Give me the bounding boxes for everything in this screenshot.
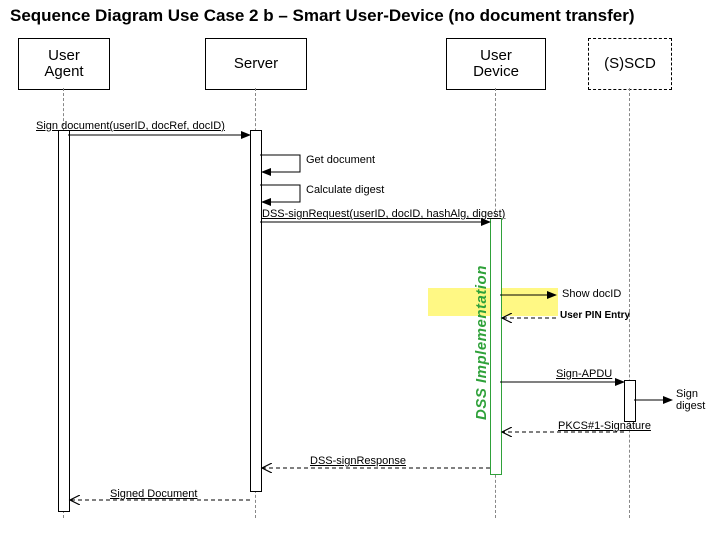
actor-user-device: User Device	[446, 38, 546, 90]
actor-sscd: (S)SCD	[588, 38, 672, 90]
activation-server	[250, 130, 262, 492]
actor-user-agent: User Agent	[18, 38, 110, 90]
actor-server: Server	[205, 38, 307, 90]
msg-dss-sign-response: DSS-signResponse	[310, 455, 406, 467]
dss-implementation-label: DSS Implementation	[473, 265, 490, 420]
sequence-diagram: { "title": "Sequence Diagram Use Case 2 …	[0, 0, 720, 540]
msg-sign-apdu: Sign-APDU	[556, 368, 612, 380]
activation-user-device	[490, 218, 502, 475]
note-sign-digest: Sign digest	[676, 388, 716, 412]
activation-sscd	[624, 380, 636, 422]
activation-user-agent	[58, 130, 70, 512]
msg-pkcs1-signature: PKCS#1-Signature	[558, 420, 651, 432]
msg-show-docid: Show docID	[562, 288, 621, 300]
lifeline-sscd	[629, 88, 630, 518]
msg-user-pin-entry: User PIN Entry	[560, 310, 630, 321]
msg-calculate-digest: Calculate digest	[306, 184, 384, 196]
msg-signed-document: Signed Document	[110, 488, 197, 500]
diagram-title: Sequence Diagram Use Case 2 b – Smart Us…	[10, 6, 635, 26]
msg-sign-document: Sign document(userID, docRef, docID)	[36, 120, 225, 132]
msg-dss-sign-request: DSS-signRequest(userID, docID, hashAlg, …	[262, 208, 505, 220]
msg-get-document: Get document	[306, 154, 375, 166]
